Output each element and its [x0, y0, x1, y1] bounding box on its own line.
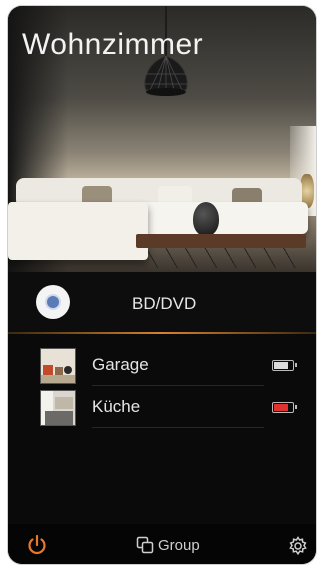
group-label: Group: [158, 536, 200, 554]
zone-thumbnail: [40, 348, 76, 384]
battery-icon: [272, 360, 297, 371]
zone-name: Garage: [92, 355, 149, 374]
vase: [193, 202, 219, 236]
zone-thumbnail: [40, 390, 76, 426]
battery-icon: [272, 402, 297, 413]
battery-level: [274, 404, 288, 411]
sofa-chaise: [8, 202, 148, 260]
gear-icon[interactable]: [288, 536, 308, 556]
zone-item-garage[interactable]: Garage: [8, 344, 316, 386]
app-screen: Wohnzimmer BD/DVD Garage Küche Group: [8, 6, 316, 564]
divider: [92, 427, 264, 428]
source-label: BD/DVD: [132, 294, 197, 313]
group-button[interactable]: Group: [136, 536, 200, 554]
bottom-bar: Group: [8, 524, 316, 564]
coffee-table-legs: [148, 248, 298, 268]
room-image[interactable]: Wohnzimmer: [8, 6, 316, 272]
battery-level: [274, 362, 288, 369]
disc-icon: [36, 285, 70, 319]
zone-name: Küche: [92, 397, 141, 416]
room-title: Wohnzimmer: [22, 28, 204, 61]
group-icon: [136, 536, 154, 554]
source-selector[interactable]: BD/DVD: [8, 272, 316, 334]
coffee-table: [136, 234, 306, 248]
zone-item-kueche[interactable]: Küche: [8, 386, 316, 428]
power-icon[interactable]: [26, 534, 48, 556]
